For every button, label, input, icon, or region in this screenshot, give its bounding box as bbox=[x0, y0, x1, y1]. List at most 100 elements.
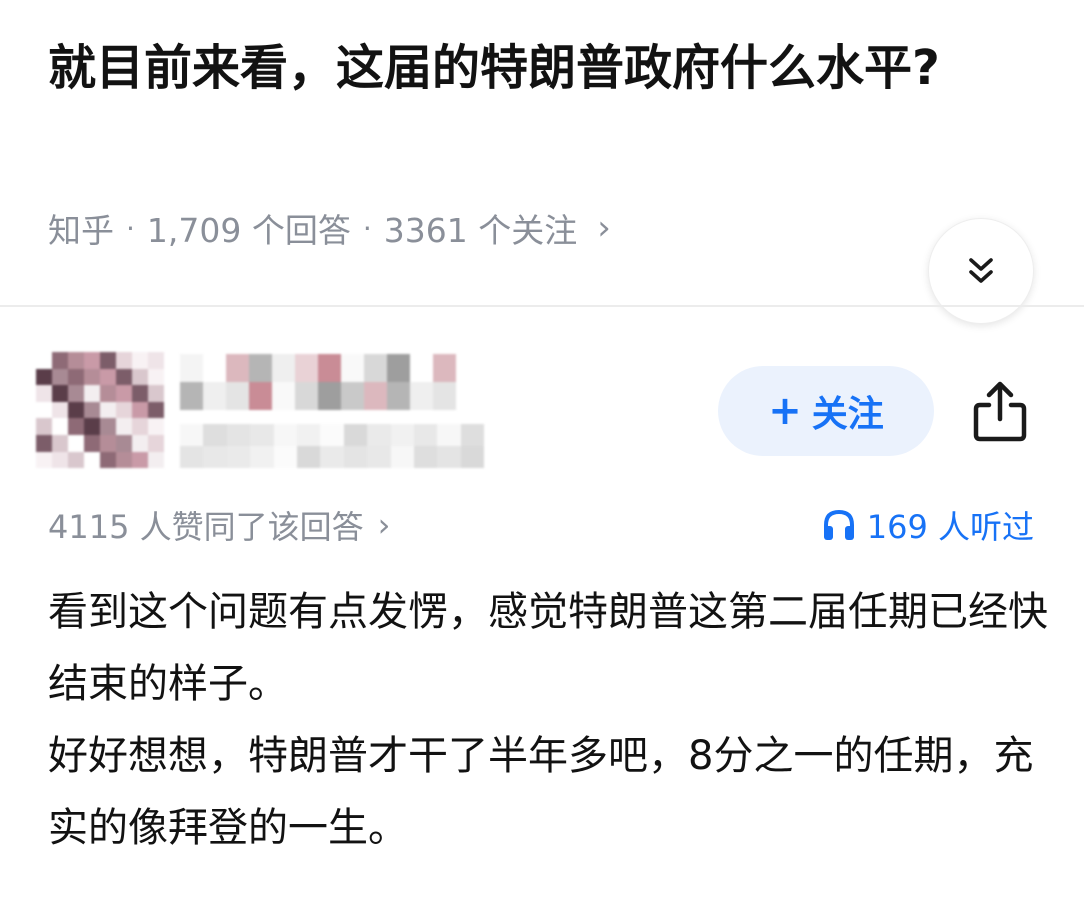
mosaic-cell bbox=[68, 385, 84, 402]
mosaic-cell bbox=[387, 354, 410, 382]
mosaic-cell bbox=[68, 418, 84, 435]
mosaic-cell bbox=[343, 446, 368, 468]
mosaic-cell bbox=[52, 434, 68, 452]
mosaic-cell bbox=[320, 446, 344, 468]
section-divider bbox=[0, 305, 1084, 307]
mosaic-cell bbox=[132, 352, 148, 369]
upvote-count-link[interactable]: 4115 人赞同了该回答 › bbox=[48, 500, 390, 550]
mosaic-cell bbox=[148, 451, 164, 469]
avatar[interactable] bbox=[36, 352, 164, 469]
mosaic-cell bbox=[36, 401, 52, 419]
mosaic-cell bbox=[52, 401, 68, 419]
mosaic-cell bbox=[460, 446, 485, 468]
mosaic-cell bbox=[116, 401, 132, 419]
mosaic-cell bbox=[36, 434, 52, 452]
mosaic-cell bbox=[437, 424, 461, 446]
mosaic-cell bbox=[84, 368, 100, 386]
mosaic-cell bbox=[116, 385, 132, 402]
listen-count: 169 人听过 bbox=[866, 508, 1034, 546]
mosaic-cell bbox=[433, 354, 456, 382]
mosaic-cell bbox=[132, 451, 148, 469]
mosaic-cell bbox=[367, 424, 391, 446]
mosaic-cell bbox=[226, 424, 251, 446]
mosaic-cell bbox=[100, 434, 116, 452]
answer-paragraph: 好好想想，特朗普才干了半年多吧，8分之一的任期，充实的像拜登的一生。 bbox=[48, 733, 1034, 851]
question-meta[interactable]: 知乎 · 1,709 个回答 · 3361 个关注 › bbox=[48, 200, 611, 256]
plus-icon: + bbox=[768, 388, 802, 434]
mosaic-cell bbox=[390, 446, 414, 468]
mosaic-cell bbox=[148, 385, 164, 402]
mosaic-cell bbox=[180, 446, 204, 468]
mosaic-cell bbox=[203, 382, 226, 410]
mosaic-cell bbox=[68, 434, 84, 452]
share-button[interactable] bbox=[966, 376, 1034, 446]
mosaic-cell bbox=[226, 382, 249, 410]
upvote-count: 4115 人赞同了该回答 bbox=[48, 508, 364, 546]
mosaic-cell bbox=[180, 354, 203, 382]
mosaic-cell bbox=[68, 368, 84, 386]
mosaic-cell bbox=[148, 434, 164, 452]
mosaic-cell bbox=[364, 354, 387, 382]
mosaic-cell bbox=[203, 354, 226, 382]
mosaic-cell bbox=[272, 382, 295, 410]
mosaic-cell bbox=[84, 385, 100, 402]
follow-button[interactable]: + 关注 bbox=[718, 366, 934, 456]
mosaic-cell bbox=[387, 382, 410, 410]
mosaic-cell bbox=[226, 446, 251, 468]
chevron-right-icon: › bbox=[597, 208, 611, 248]
mosaic-cell bbox=[148, 418, 164, 435]
mosaic-cell bbox=[148, 401, 164, 419]
mosaic-cell bbox=[148, 352, 164, 369]
answer-paragraph: 看到这个问题有点发愣，感觉特朗普这第二届任期已经快结束的样子。 bbox=[48, 589, 1048, 707]
mosaic-cell bbox=[296, 424, 321, 446]
collapse-button[interactable] bbox=[928, 218, 1034, 324]
mosaic-cell bbox=[250, 446, 274, 468]
mosaic-cell bbox=[36, 368, 52, 386]
mosaic-cell bbox=[413, 446, 438, 468]
mosaic-cell bbox=[250, 424, 274, 446]
mosaic-cell bbox=[68, 451, 84, 469]
mosaic-cell bbox=[36, 352, 52, 369]
mosaic-cell bbox=[295, 382, 318, 410]
mosaic-cell bbox=[132, 434, 148, 452]
meta-separator: · bbox=[126, 211, 135, 245]
mosaic-cell bbox=[318, 354, 341, 382]
mosaic-cell bbox=[433, 382, 456, 410]
mosaic-cell bbox=[249, 382, 272, 410]
headphones-icon bbox=[823, 509, 854, 540]
mosaic-cell bbox=[84, 401, 100, 419]
mosaic-cell bbox=[203, 446, 227, 468]
listen-button[interactable]: 169 人听过 bbox=[821, 500, 1034, 550]
mosaic-cell bbox=[272, 354, 295, 382]
chevron-right-icon: › bbox=[377, 506, 391, 544]
share-icon bbox=[973, 381, 1027, 442]
mosaic-cell bbox=[320, 424, 344, 446]
mosaic-cell bbox=[84, 451, 100, 469]
meta-separator: · bbox=[362, 211, 372, 245]
mosaic-cell bbox=[296, 446, 321, 468]
mosaic-cell bbox=[180, 424, 204, 446]
answer-count: 1,709 个回答 bbox=[146, 211, 351, 250]
mosaic-cell bbox=[203, 424, 227, 446]
mosaic-cell bbox=[100, 418, 116, 435]
mosaic-cell bbox=[132, 368, 148, 386]
question-title: 就目前来看，这届的特朗普政府什么水平? bbox=[48, 40, 940, 96]
mosaic-cell bbox=[68, 401, 84, 419]
mosaic-cell bbox=[460, 424, 485, 446]
mosaic-cell bbox=[413, 424, 438, 446]
mosaic-cell bbox=[68, 352, 84, 369]
mosaic-cell bbox=[341, 354, 364, 382]
mosaic-cell bbox=[116, 352, 132, 369]
mosaic-cell bbox=[52, 418, 68, 435]
mosaic-cell bbox=[100, 451, 116, 469]
mosaic-cell bbox=[36, 418, 52, 435]
answer-body: 看到这个问题有点发愣，感觉特朗普这第二届任期已经快结束的样子。 好好想想，特朗普… bbox=[48, 576, 1048, 864]
mosaic-cell bbox=[364, 382, 387, 410]
mosaic-cell bbox=[100, 368, 116, 386]
mosaic-cell bbox=[249, 354, 272, 382]
mosaic-cell bbox=[343, 424, 368, 446]
mosaic-cell bbox=[390, 424, 414, 446]
mosaic-cell bbox=[100, 352, 116, 369]
author-name-blurred[interactable] bbox=[180, 354, 456, 410]
mosaic-cell bbox=[84, 434, 100, 452]
